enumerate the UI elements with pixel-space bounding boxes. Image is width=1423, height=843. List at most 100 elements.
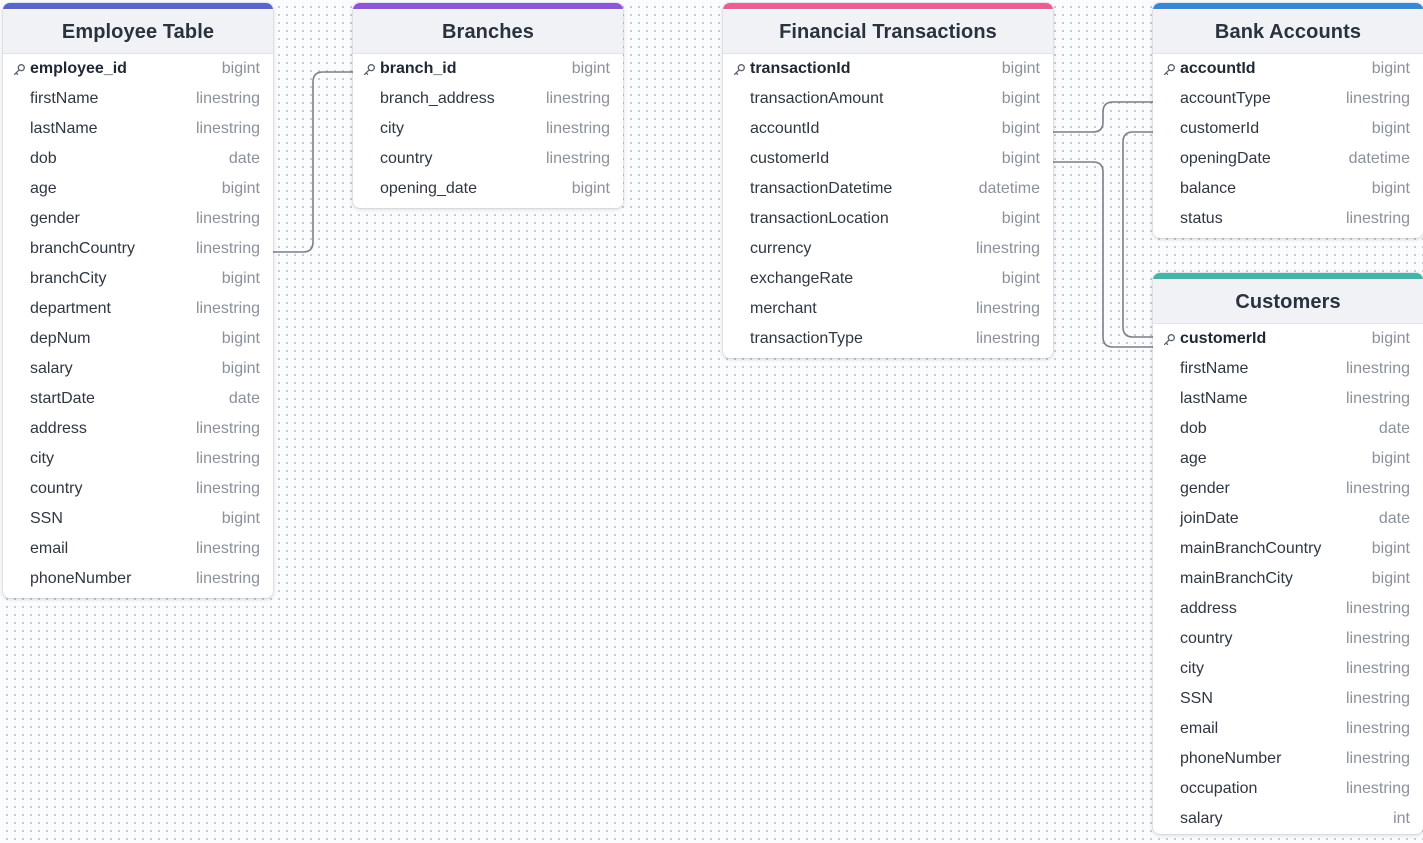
field-row[interactable]: dob date <box>1153 414 1423 444</box>
key-icon <box>1163 63 1176 76</box>
table-header[interactable]: Customers <box>1153 273 1423 324</box>
field-row[interactable]: customerId bigint <box>1153 114 1423 144</box>
field-type: bigint <box>1371 180 1410 197</box>
table-header[interactable]: Bank Accounts <box>1153 3 1423 54</box>
field-name: branchCity <box>30 270 107 287</box>
field-row[interactable]: address linestring <box>3 414 273 444</box>
field-row[interactable]: lastName linestring <box>3 114 273 144</box>
field-row[interactable]: branch_id bigint <box>353 54 623 84</box>
table-header[interactable]: Employee Table <box>3 3 273 54</box>
field-type: bigint <box>1371 570 1410 587</box>
table-header[interactable]: Branches <box>353 3 623 54</box>
relation-accountid-accountid[interactable] <box>1053 101 1153 133</box>
field-row[interactable]: currency linestring <box>723 234 1053 264</box>
field-row[interactable]: customerId bigint <box>723 144 1053 174</box>
field-row[interactable]: accountId bigint <box>1153 54 1423 84</box>
field-row[interactable]: joinDate date <box>1153 504 1423 534</box>
field-type: bigint <box>1001 270 1040 287</box>
field-type: linestring <box>1345 780 1410 797</box>
field-row[interactable]: accountType linestring <box>1153 84 1423 114</box>
field-row[interactable]: transactionType linestring <box>723 324 1053 354</box>
field-name: branch_address <box>380 90 495 107</box>
relation-account-customerid-customerid[interactable] <box>1122 131 1153 338</box>
field-row[interactable]: salary int <box>1153 804 1423 834</box>
field-row[interactable]: balance bigint <box>1153 174 1423 204</box>
field-row[interactable]: startDate date <box>3 384 273 414</box>
field-row[interactable]: gender linestring <box>1153 474 1423 504</box>
relation-branchcountry-branch-id[interactable] <box>273 71 353 253</box>
field-row[interactable]: customerId bigint <box>1153 324 1423 354</box>
field-row[interactable]: lastName linestring <box>1153 384 1423 414</box>
field-type: bigint <box>1371 60 1410 77</box>
table-title: Branches <box>442 21 534 43</box>
field-type: linestring <box>1345 630 1410 647</box>
field-row[interactable]: transactionId bigint <box>723 54 1053 84</box>
field-row[interactable]: country linestring <box>3 474 273 504</box>
field-name: age <box>30 180 57 197</box>
field-row[interactable]: status linestring <box>1153 204 1423 234</box>
field-name: openingDate <box>1180 150 1271 167</box>
field-row[interactable]: email linestring <box>1153 714 1423 744</box>
field-name: email <box>30 540 69 557</box>
field-name: phoneNumber <box>1180 750 1282 767</box>
field-row[interactable]: depNum bigint <box>3 324 273 354</box>
field-row[interactable]: gender linestring <box>3 204 273 234</box>
field-name: salary <box>1180 810 1223 827</box>
relation-customerid-customerid[interactable] <box>1053 161 1153 348</box>
field-type: bigint <box>1371 450 1410 467</box>
field-row[interactable]: phoneNumber linestring <box>3 564 273 594</box>
field-row[interactable]: age bigint <box>3 174 273 204</box>
field-row[interactable]: merchant linestring <box>723 294 1053 324</box>
field-row[interactable]: firstName linestring <box>1153 354 1423 384</box>
field-row[interactable]: transactionLocation bigint <box>723 204 1053 234</box>
field-row[interactable]: department linestring <box>3 294 273 324</box>
field-row[interactable]: accountId bigint <box>723 114 1053 144</box>
field-row[interactable]: branch_address linestring <box>353 84 623 114</box>
table-customers[interactable]: Customers customerId bigint firstName lin… <box>1153 273 1423 834</box>
field-row[interactable]: email linestring <box>3 534 273 564</box>
field-type: bigint <box>221 60 260 77</box>
table-bank-accounts[interactable]: Bank Accounts accountId bigint accountTy… <box>1153 3 1423 238</box>
field-type: linestring <box>195 120 260 137</box>
table-financial-transactions[interactable]: Financial Transactions transactionId big… <box>723 3 1053 358</box>
field-row[interactable]: address linestring <box>1153 594 1423 624</box>
field-row[interactable]: country linestring <box>353 144 623 174</box>
field-row[interactable]: age bigint <box>1153 444 1423 474</box>
key-icon <box>1163 333 1176 346</box>
field-type: linestring <box>195 480 260 497</box>
field-type: bigint <box>1371 330 1410 347</box>
field-row[interactable]: city linestring <box>3 444 273 474</box>
field-row[interactable]: mainBranchCity bigint <box>1153 564 1423 594</box>
field-row[interactable]: country linestring <box>1153 624 1423 654</box>
field-row[interactable]: mainBranchCountry bigint <box>1153 534 1423 564</box>
table-employee[interactable]: Employee Table employee_id bigint firstN… <box>3 3 273 598</box>
field-type: linestring <box>1345 720 1410 737</box>
field-row[interactable]: SSN bigint <box>3 504 273 534</box>
field-row[interactable]: branchCity bigint <box>3 264 273 294</box>
field-row[interactable]: exchangeRate bigint <box>723 264 1053 294</box>
field-name: lastName <box>1180 390 1248 407</box>
field-row[interactable]: opening_date bigint <box>353 174 623 204</box>
table-branches[interactable]: Branches branch_id bigint branch_address… <box>353 3 623 208</box>
field-row[interactable]: employee_id bigint <box>3 54 273 84</box>
field-type: linestring <box>975 330 1040 347</box>
field-type: linestring <box>1345 690 1410 707</box>
field-row[interactable]: transactionAmount bigint <box>723 84 1053 114</box>
field-row[interactable]: phoneNumber linestring <box>1153 744 1423 774</box>
field-row[interactable]: openingDate datetime <box>1153 144 1423 174</box>
field-name: firstName <box>30 90 99 107</box>
field-row[interactable]: occupation linestring <box>1153 774 1423 804</box>
field-row[interactable]: city linestring <box>353 114 623 144</box>
field-row[interactable]: firstName linestring <box>3 84 273 114</box>
field-row[interactable]: city linestring <box>1153 654 1423 684</box>
field-row[interactable]: dob date <box>3 144 273 174</box>
field-row[interactable]: branchCountry linestring <box>3 234 273 264</box>
field-name: occupation <box>1180 780 1258 797</box>
field-row[interactable]: salary bigint <box>3 354 273 384</box>
field-type: bigint <box>221 270 260 287</box>
field-type: bigint <box>1001 90 1040 107</box>
table-header[interactable]: Financial Transactions <box>723 3 1053 54</box>
field-row[interactable]: SSN linestring <box>1153 684 1423 714</box>
diagram-canvas[interactable]: Employee Table employee_id bigint firstN… <box>0 0 1423 843</box>
field-row[interactable]: transactionDatetime datetime <box>723 174 1053 204</box>
